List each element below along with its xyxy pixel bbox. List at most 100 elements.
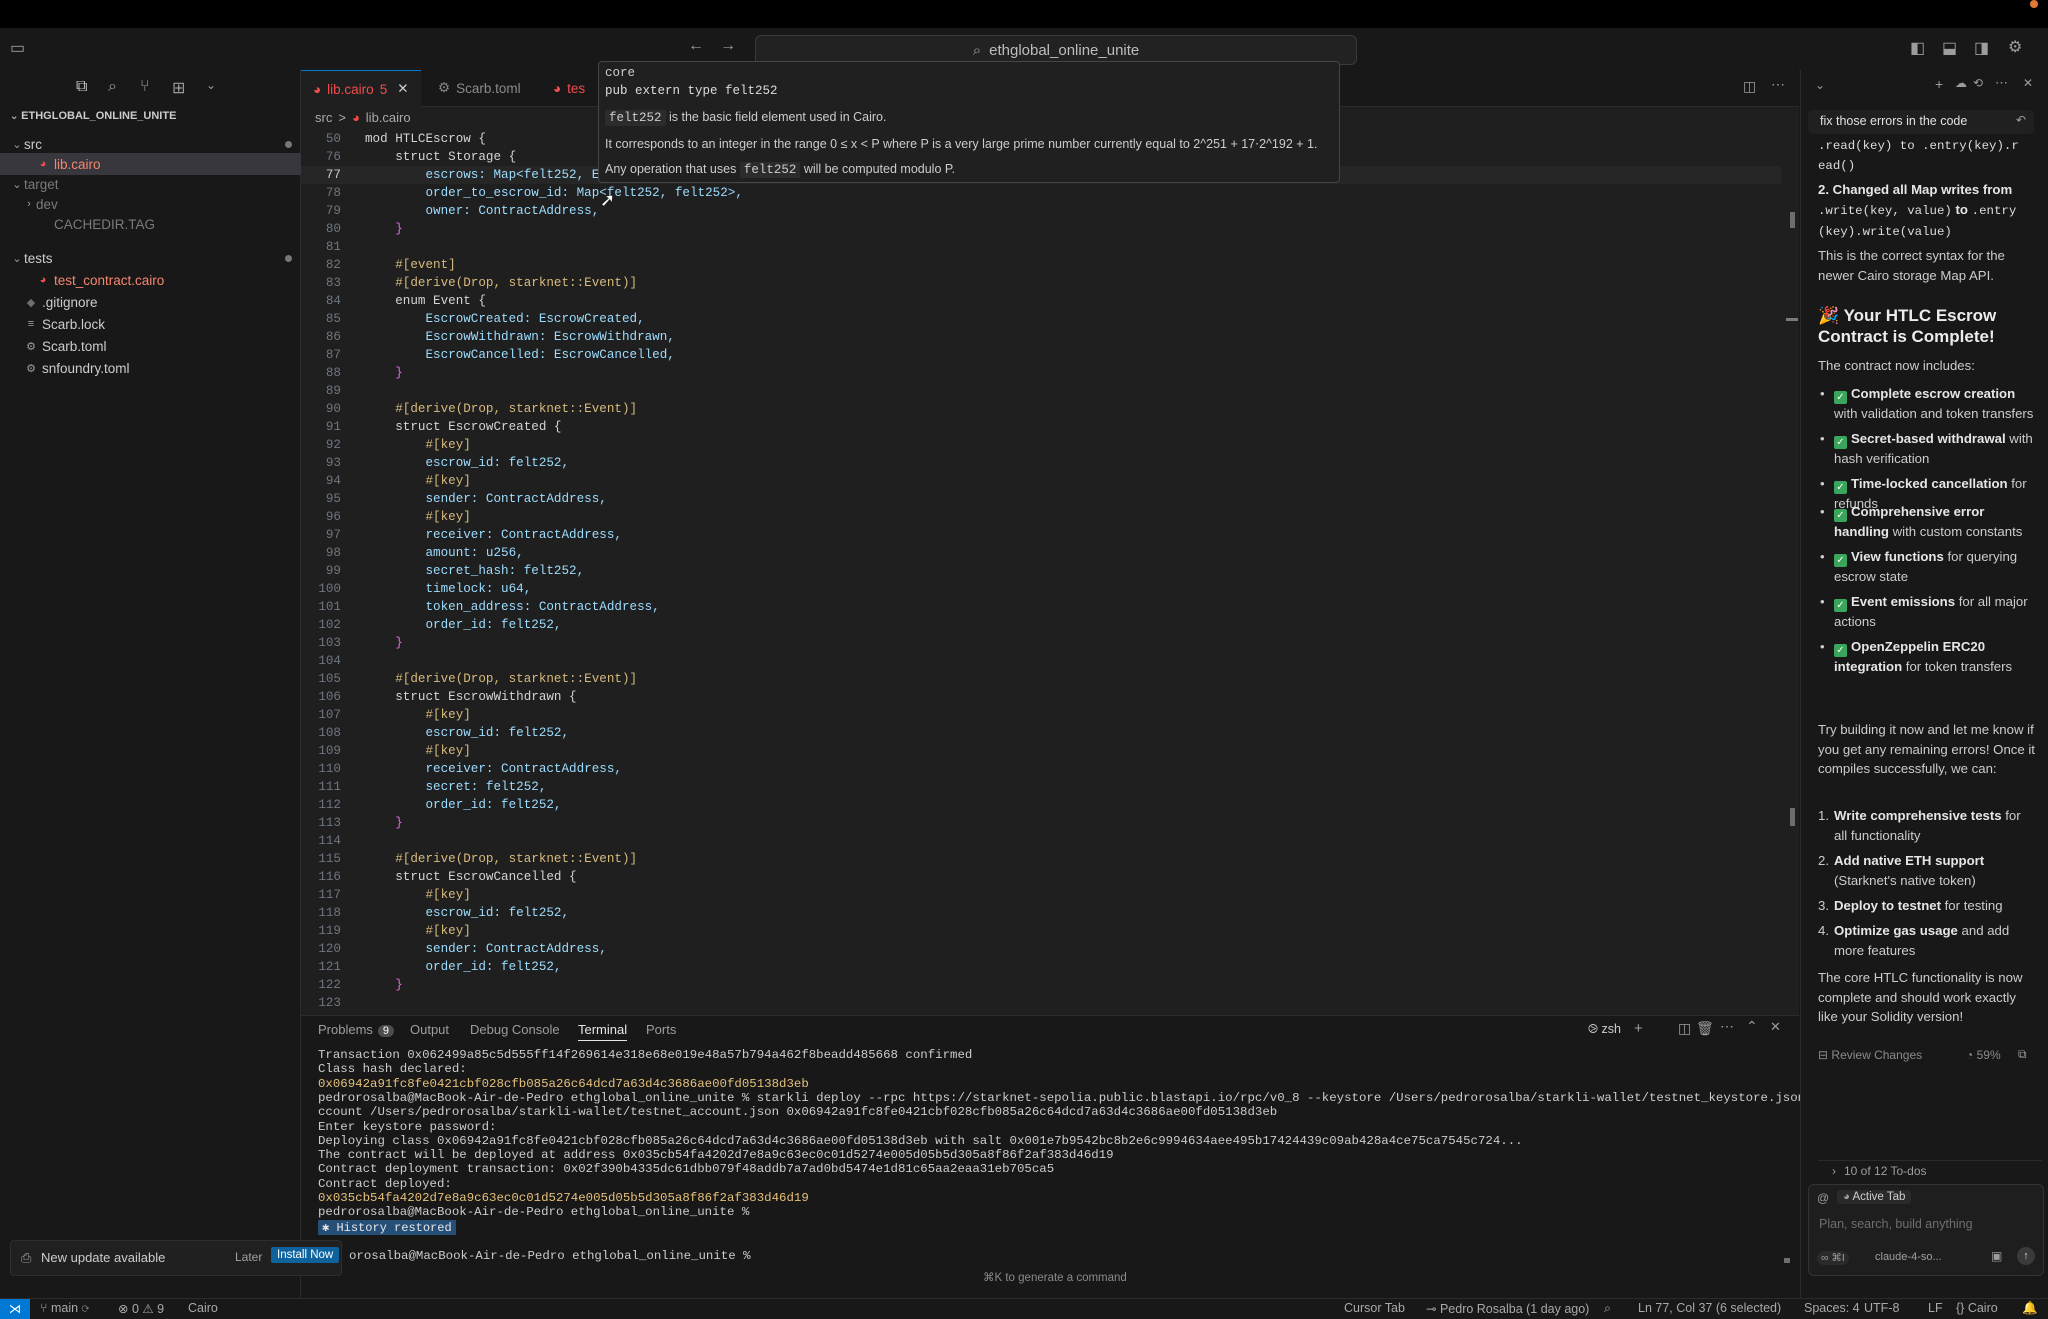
settings-gear-icon[interactable]: ⚙ xyxy=(2008,37,2022,57)
tree-item[interactable]: ◆ .gitignore xyxy=(0,291,310,313)
code-line[interactable]: 92 #[key] xyxy=(301,436,1781,454)
panel-tab-ports[interactable]: Ports xyxy=(646,1022,676,1037)
breadcrumb-src[interactable]: src xyxy=(315,110,332,125)
code-line[interactable]: 102 order_id: felt252, xyxy=(301,616,1781,634)
at-mention-icon[interactable]: @ xyxy=(1817,1191,1829,1205)
layout-right-icon[interactable]: ◨ xyxy=(1974,38,1989,58)
language-left[interactable]: Cairo xyxy=(188,1301,218,1315)
code-line[interactable]: 123 xyxy=(301,994,1781,1012)
code-line[interactable]: 86 EscrowWithdrawn: EscrowWithdrawn, xyxy=(301,328,1781,346)
code-line[interactable]: 97 receiver: ContractAddress, xyxy=(301,526,1781,544)
tab-lib-cairo[interactable]: ◕ lib.cairo 5 ✕ xyxy=(301,70,421,107)
zoom-icon[interactable]: ⌕ xyxy=(1604,1301,1611,1316)
code-line[interactable]: 108 escrow_id: felt252, xyxy=(301,724,1781,742)
panel-tab-output[interactable]: Output xyxy=(410,1022,449,1037)
maximize-panel-icon[interactable]: ⌃ xyxy=(1746,1018,1758,1035)
more-actions-icon[interactable]: ⋯ xyxy=(1720,1018,1734,1035)
install-now-button[interactable]: Install Now xyxy=(271,1247,340,1263)
tab-tests[interactable]: ◕ tes xyxy=(541,70,597,106)
code-line[interactable]: 104 xyxy=(301,652,1781,670)
code-line[interactable]: 88 } xyxy=(301,364,1781,382)
code-line[interactable]: 100 timelock: u64, xyxy=(301,580,1781,598)
tree-item[interactable]: ◕test_contract.cairo4 xyxy=(0,269,322,291)
code-line[interactable]: 90 #[derive(Drop, starknet::Event)] xyxy=(301,400,1781,418)
panel-tab-debug-console[interactable]: Debug Console xyxy=(470,1022,560,1037)
code-line[interactable]: 84 enum Event { xyxy=(301,292,1781,310)
code-line[interactable]: 80 } xyxy=(301,220,1781,238)
cursor-tab-status[interactable]: Cursor Tab xyxy=(1344,1301,1405,1315)
extensions-icon[interactable]: ⊞ xyxy=(172,78,185,98)
explorer-root-title[interactable]: ⌄ ETHGLOBAL_ONLINE_UNITE xyxy=(10,110,176,122)
todos-summary[interactable]: › 10 of 12 To-dos xyxy=(1818,1160,2042,1181)
undo-icon[interactable]: ↶ xyxy=(2016,113,2026,127)
close-icon[interactable]: ✕ xyxy=(397,81,408,97)
chevron-down-icon[interactable]: ⌄ xyxy=(206,78,216,92)
code-line[interactable]: 96 #[key] xyxy=(301,508,1781,526)
code-line[interactable]: 98 amount: u256, xyxy=(301,544,1781,562)
more-actions-icon[interactable]: ⋯ xyxy=(1771,76,1785,93)
problems-status[interactable]: ⊗ 0 ⚠ 9 xyxy=(118,1301,164,1316)
code-line[interactable]: 81 xyxy=(301,238,1781,256)
code-line[interactable]: 116 struct EscrowCancelled { xyxy=(301,868,1781,886)
language-mode[interactable]: {} Cairo xyxy=(1956,1301,1998,1315)
line-ending[interactable]: LF xyxy=(1928,1301,1943,1315)
tree-item[interactable]: ⚙ Scarb.toml xyxy=(0,335,310,357)
tree-item[interactable]: CACHEDIR.TAG xyxy=(0,213,322,235)
code-line[interactable]: 95 sender: ContractAddress, xyxy=(301,490,1781,508)
image-icon[interactable]: ▣ xyxy=(1991,1249,2002,1263)
tree-item[interactable]: › dev xyxy=(0,193,322,215)
chat-input-placeholder[interactable]: Plan, search, build anything xyxy=(1819,1217,1973,1231)
code-line[interactable]: 83 #[derive(Drop, starknet::Event)] xyxy=(301,274,1781,292)
forward-arrow-icon[interactable]: → xyxy=(720,37,736,55)
code-line[interactable]: 94 #[key] xyxy=(301,472,1781,490)
code-line[interactable]: 91 struct EscrowCreated { xyxy=(301,418,1781,436)
later-button[interactable]: Later xyxy=(235,1250,262,1264)
tree-item[interactable]: ◕lib.cairo5 xyxy=(0,153,322,175)
tree-item[interactable]: ⌄ tests xyxy=(0,247,310,269)
bell-icon[interactable]: 🔔 xyxy=(2022,1301,2038,1316)
tree-item[interactable]: ⚙ snfoundry.toml xyxy=(0,357,310,379)
code-line[interactable]: 114 xyxy=(301,832,1781,850)
review-changes-button[interactable]: ⊟ Review Changes xyxy=(1818,1048,1922,1062)
tab-scarb-toml[interactable]: ⚙ Scarb.toml xyxy=(426,70,533,106)
code-line[interactable]: 101 token_address: ContractAddress, xyxy=(301,598,1781,616)
new-chat-icon[interactable]: + xyxy=(1935,76,1943,92)
panel-tab-terminal[interactable]: Terminal xyxy=(578,1022,628,1041)
toggle-sidebar-icon[interactable]: ▭ xyxy=(10,38,25,58)
add-terminal-icon[interactable]: + xyxy=(1634,1020,1643,1037)
code-line[interactable]: 78 order_to_escrow_id: Map<felt252, felt… xyxy=(301,184,1781,202)
active-tab-chip[interactable]: ◕ Active Tab xyxy=(1837,1190,1912,1204)
tree-item[interactable]: ⌄ target xyxy=(0,173,310,195)
terminal-prompt[interactable]: orosalba@MacBook-Air-de-Pedro ethglobal_… xyxy=(349,1249,751,1263)
code-line[interactable]: 85 EscrowCreated: EscrowCreated, xyxy=(301,310,1781,328)
breadcrumb-file[interactable]: lib.cairo xyxy=(366,110,411,125)
terminal-shell[interactable]: ⧁ zsh xyxy=(1588,1022,1621,1037)
code-line[interactable]: 106 struct EscrowWithdrawn { xyxy=(301,688,1781,706)
back-arrow-icon[interactable]: ← xyxy=(688,37,704,55)
chat-query-bubble[interactable]: fix those errors in the code ↶ xyxy=(1808,110,2034,134)
explorer-icon[interactable]: ⧉ xyxy=(76,78,87,96)
code-line[interactable]: 87 EscrowCancelled: EscrowCancelled, xyxy=(301,346,1781,364)
code-line[interactable]: 120 sender: ContractAddress, xyxy=(301,940,1781,958)
code-line[interactable]: 109 #[key] xyxy=(301,742,1781,760)
code-line[interactable]: 121 order_id: felt252, xyxy=(301,958,1781,976)
layout-bottom-icon[interactable]: ⬓ xyxy=(1942,38,1957,58)
code-line[interactable]: 113 } xyxy=(301,814,1781,832)
chevron-down-icon[interactable]: ⌄ xyxy=(1815,78,1825,92)
close-icon[interactable]: ✕ xyxy=(2023,76,2033,90)
source-control-icon[interactable]: ⑂ xyxy=(140,78,150,96)
branch-status[interactable]: ⑂ main ⟳ xyxy=(40,1301,89,1315)
code-line[interactable]: 117 #[key] xyxy=(301,886,1781,904)
code-line[interactable]: 118 escrow_id: felt252, xyxy=(301,904,1781,922)
cursor-position[interactable]: Ln 77, Col 37 (6 selected) xyxy=(1638,1301,1781,1315)
code-line[interactable]: 107 #[key] xyxy=(301,706,1781,724)
indentation[interactable]: Spaces: 4 xyxy=(1804,1301,1860,1315)
panel-tab-problems[interactable]: Problems 9 xyxy=(318,1022,395,1037)
tree-item[interactable]: ≡ Scarb.lock xyxy=(0,313,310,335)
code-line[interactable]: 79 owner: ContractAddress, xyxy=(301,202,1781,220)
code-line[interactable]: 112 order_id: felt252, xyxy=(301,796,1781,814)
split-editor-icon[interactable]: ◫ xyxy=(1743,78,1756,95)
close-panel-icon[interactable]: ✕ xyxy=(1770,1019,1781,1035)
chat-input-box[interactable]: @ ◕ Active Tab Plan, search, build anyth… xyxy=(1808,1184,2044,1276)
code-line[interactable]: 82 #[event] xyxy=(301,256,1781,274)
